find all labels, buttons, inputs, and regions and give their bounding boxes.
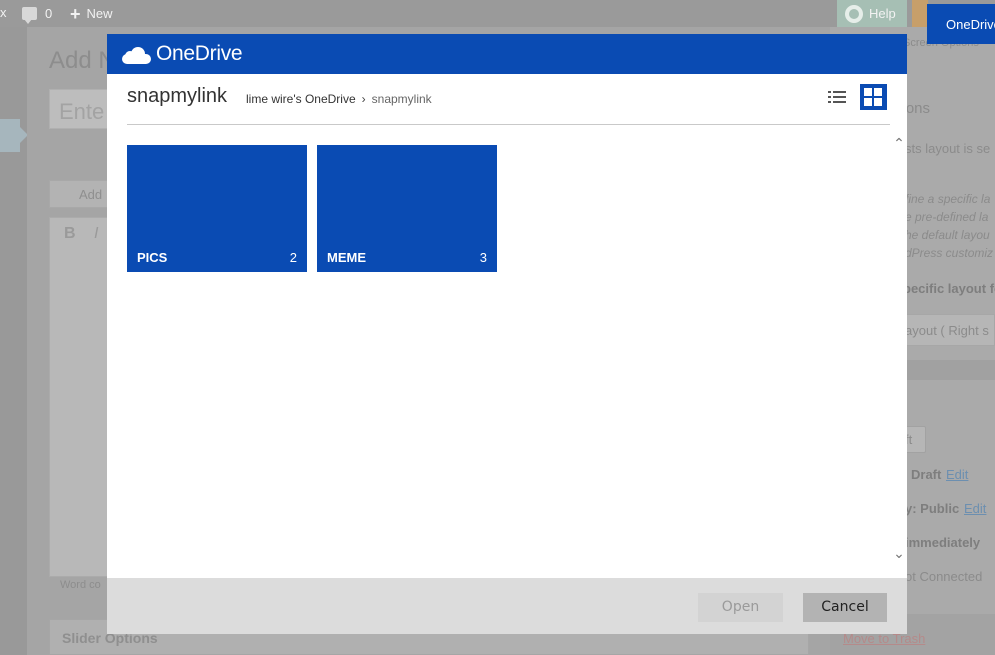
onedrive-brand: OneDrive [156,42,243,65]
specific-layout-label: pecific layout fo [903,281,995,296]
picker-footer: Open Cancel [107,578,907,634]
sidebar-active-item[interactable] [0,119,28,152]
onedrive-header: OneDrive [107,34,907,74]
help-label: Help [869,6,896,21]
page-title: Add N [49,47,116,74]
connection-status: ot Connected [905,569,983,584]
folder-tile-pics[interactable]: PICS 2 [127,145,307,272]
layout-text: sts layout is se [905,141,991,156]
folder-title: snapmylink [127,85,228,107]
folder-tile-meme[interactable]: MEME 3 [317,145,497,272]
scroll-down-icon[interactable]: ⌄ [892,546,906,560]
onedrive-tab[interactable]: OneDrive [927,4,995,44]
status-value: Draft [911,467,942,482]
comments-link[interactable]: 0 [22,0,52,27]
onedrive-picker-dialog: OneDrive snapmylink lime wire's OneDrive… [107,34,907,634]
status-edit-link[interactable]: Edit [946,467,968,482]
layout-desc-3: he default layou [905,228,990,242]
comment-count: 0 [45,6,53,21]
breadcrumb: lime wire's OneDrive › snapmylink [246,92,432,106]
admin-bar-x[interactable]: x [0,0,10,27]
open-button[interactable]: Open [698,593,783,622]
italic-button[interactable]: I [94,225,98,243]
add-media-label: Add [79,187,103,202]
cancel-button[interactable]: Cancel [803,593,887,622]
visibility-edit-link[interactable]: Edit [964,501,986,516]
plus-icon: + [70,3,81,24]
folder-name: MEME [327,250,366,265]
comment-icon [22,7,37,24]
onedrive-cloud-icon [122,46,151,64]
folder-name: PICS [137,250,168,265]
breadcrumb-current: snapmylink [371,92,432,106]
new-label: New [86,6,113,21]
breadcrumb-chevron-icon: › [361,92,366,106]
grid-view-icon[interactable] [860,84,887,110]
folder-item-count: 2 [289,250,297,265]
help-icon [845,4,863,23]
visibility-value: y: Public [905,501,960,516]
folder-item-count: 3 [479,250,487,265]
layout-desc-2: e pre-defined la [905,210,989,224]
publish-time: immediately [905,535,981,550]
bold-button[interactable]: B [64,225,76,243]
title-placeholder: Ente [59,99,105,124]
scroll-up-icon[interactable]: ⌃ [892,136,906,150]
picker-titlebar: snapmylink lime wire's OneDrive › snapmy… [127,74,890,125]
folder-grid: PICS 2 MEME 3 ⌃ ⌄ [107,126,907,578]
admin-bar: x 0 + New Help [0,0,995,27]
word-count: Word co [60,579,101,591]
admin-sidebar [0,27,28,655]
breadcrumb-root[interactable]: lime wire's OneDrive [246,92,356,106]
help-button[interactable]: Help [837,0,907,27]
list-view-icon[interactable] [828,87,848,107]
layout-select-value: ayout ( Right s [905,323,989,338]
notification-badge[interactable] [912,0,928,27]
layout-desc-1: fine a specific la [905,192,991,206]
new-content-link[interactable]: + New [70,0,113,27]
layout-desc-4: dPress customiz [905,246,994,260]
